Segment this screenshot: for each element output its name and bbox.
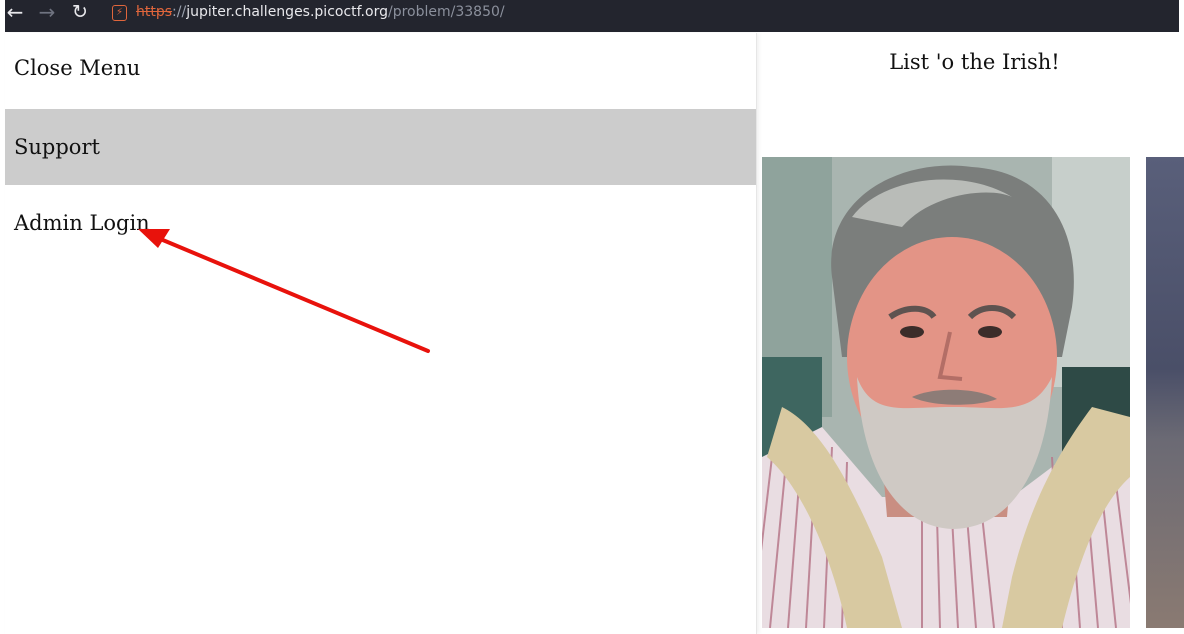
web-page: Close Menu Support Admin Login List 'o t… (5, 33, 1184, 634)
address-bar[interactable]: https://jupiter.challenges.picoctf.org/p… (136, 3, 505, 21)
reload-icon[interactable]: ↻ (68, 1, 92, 25)
insecure-connection-icon[interactable]: ⚡ (112, 5, 127, 21)
page-heading: List 'o the Irish! (889, 50, 1060, 74)
second-portrait-photo (1146, 157, 1184, 628)
side-menu: Close Menu Support Admin Login (5, 33, 757, 634)
url-separator: :// (172, 4, 187, 20)
close-menu-link[interactable]: Close Menu (5, 33, 756, 109)
url-path: /problem/33850/ (387, 4, 505, 20)
url-host: jupiter.challenges.picoctf.org (186, 4, 388, 20)
admin-login-link[interactable]: Admin Login (5, 185, 756, 261)
support-link[interactable]: Support (5, 109, 756, 185)
main-content: List 'o the Irish! (757, 33, 1184, 634)
browser-toolbar: ← → ↻ ⚡ https://jupiter.challenges.picoc… (5, 0, 1179, 32)
back-arrow-icon[interactable]: ← (3, 1, 27, 25)
forward-arrow-icon[interactable]: → (35, 1, 59, 25)
url-scheme: https (136, 4, 173, 20)
portrait-photo (762, 157, 1130, 628)
